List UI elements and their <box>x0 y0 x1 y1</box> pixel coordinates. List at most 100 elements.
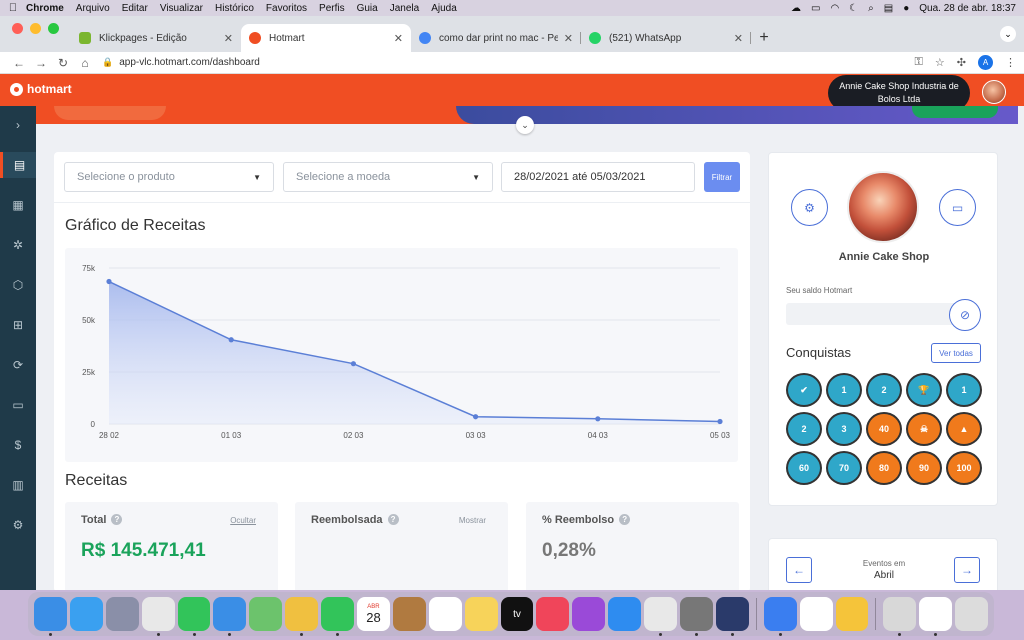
currency-select[interactable]: Selecione a moeda ▼ <box>283 162 493 192</box>
tab-search-icon[interactable]: ⌄ <box>1000 26 1016 42</box>
menu-visualizar[interactable]: Visualizar <box>160 3 203 14</box>
help-icon[interactable]: ? <box>387 514 399 525</box>
filter-button[interactable]: Filtrar <box>704 162 740 192</box>
achievement-badge-8[interactable]: 40 <box>866 412 902 446</box>
home-icon[interactable]: ⌂ <box>74 56 96 70</box>
menu-chrome[interactable]: Chrome <box>26 3 64 14</box>
achievement-badge-2[interactable]: 1 <box>826 373 862 407</box>
menu-editar[interactable]: Editar <box>122 3 148 14</box>
next-month-button[interactable]: → <box>954 557 980 583</box>
sidebar-item-reports[interactable]: ▥ <box>0 472 36 498</box>
hide-toggle[interactable]: Ocultar <box>230 516 256 525</box>
messages-icon[interactable] <box>177 597 211 636</box>
menu-favoritos[interactable]: Favoritos <box>266 3 307 14</box>
menu-ajuda[interactable]: Ajuda <box>431 3 457 14</box>
sidebar-item-products[interactable]: ⬡ <box>0 272 36 298</box>
weather-icon[interactable] <box>835 597 869 631</box>
eye-off-icon[interactable]: ⊘ <box>949 299 981 331</box>
tab-hotmart[interactable]: Hotmart ✕ <box>241 24 411 52</box>
achievement-badge-15[interactable]: 100 <box>946 451 982 485</box>
chat-icon[interactable]: ▭ <box>939 189 976 226</box>
user-icon[interactable]: ● <box>903 3 909 14</box>
trash-icon[interactable] <box>955 597 989 631</box>
achievement-badge-11[interactable]: 60 <box>786 451 822 485</box>
forward-icon[interactable]: → <box>30 56 52 70</box>
minimize-window-button[interactable] <box>30 22 41 34</box>
facetime-icon[interactable] <box>321 597 355 636</box>
safari-icon[interactable] <box>69 597 103 631</box>
battery-icon[interactable]: ▭ <box>811 3 820 14</box>
tab-google-search[interactable]: como dar print no mac - Pesqui ✕ <box>411 24 581 52</box>
menu-janela[interactable]: Janela <box>390 3 419 14</box>
achievement-badge-7[interactable]: 3 <box>826 412 862 446</box>
calendar-icon[interactable]: ABR 28 <box>357 597 390 631</box>
reminders-icon[interactable] <box>428 597 462 631</box>
product-select[interactable]: Selecione o produto ▼ <box>64 162 274 192</box>
system-preferences-icon[interactable] <box>680 597 713 636</box>
more-menu-icon[interactable]: ⋮ <box>1005 56 1016 69</box>
sidebar-item-dashboard[interactable]: ▤ <box>0 152 36 178</box>
sheet-icon[interactable] <box>919 597 953 636</box>
quicktime-icon[interactable] <box>715 597 749 636</box>
profile-avatar[interactable]: A <box>978 55 993 70</box>
preview-icon[interactable] <box>883 597 917 636</box>
sidebar-item-finance[interactable]: $ <box>0 432 36 458</box>
user-settings-icon[interactable]: ⚙ <box>791 189 828 226</box>
help-icon[interactable]: ? <box>111 514 123 525</box>
achievement-badge-4[interactable]: 🏆 <box>906 373 942 407</box>
control-center-icon[interactable]: ▤ <box>884 3 893 14</box>
menu-historico[interactable]: Histórico <box>215 3 254 14</box>
reload-icon[interactable]: ↻ <box>52 56 74 70</box>
back-icon[interactable]: ← <box>8 56 30 70</box>
menu-perfis[interactable]: Perfis <box>319 3 345 14</box>
close-tab-icon[interactable]: ✕ <box>394 32 403 45</box>
sidebar-item-settings[interactable]: ⚙ <box>0 512 36 538</box>
close-tab-icon[interactable]: ✕ <box>564 32 573 45</box>
apple-icon[interactable]:  <box>0 2 26 14</box>
show-toggle[interactable]: Mostrar <box>459 516 486 525</box>
tv-icon[interactable]: tv <box>500 597 534 631</box>
document-icon[interactable] <box>799 597 833 631</box>
achievement-badge-3[interactable]: 2 <box>866 373 902 407</box>
notes-icon[interactable] <box>464 597 498 631</box>
chrome-icon[interactable] <box>141 597 175 636</box>
launchpad-icon[interactable] <box>105 597 139 631</box>
cloud-icon[interactable]: ☁ <box>791 3 801 14</box>
close-window-button[interactable] <box>12 22 23 34</box>
spotlight-icon[interactable]: ⌕ <box>868 3 874 14</box>
podcasts-icon[interactable] <box>572 597 606 631</box>
achievement-badge-12[interactable]: 70 <box>826 451 862 485</box>
close-tab-icon[interactable]: ✕ <box>224 32 233 45</box>
extensions-icon[interactable]: ✣ <box>957 56 966 69</box>
maps-icon[interactable] <box>249 597 283 631</box>
address-bar[interactable]: 🔒 app-vlc.hotmart.com/dashboard <box>102 54 915 72</box>
key-icon[interactable]: ⚿ <box>915 56 923 69</box>
lock-icon[interactable]: 🔒 <box>102 57 113 68</box>
tab-whatsapp[interactable]: (521) WhatsApp ✕ <box>581 24 751 52</box>
chevron-down-icon[interactable]: ⌄ <box>516 116 534 134</box>
sidebar-item-messages[interactable]: ▭ <box>0 392 36 418</box>
app-store-icon[interactable] <box>608 597 642 631</box>
textedit-icon[interactable] <box>644 597 678 636</box>
wifi-icon[interactable]: ◠ <box>830 3 839 14</box>
messenger-icon[interactable] <box>763 597 797 636</box>
tab-klickpages[interactable]: Klickpages - Edição ✕ <box>71 24 241 52</box>
hotmart-logo[interactable]: hotmart <box>10 82 72 96</box>
achievement-badge-5[interactable]: 1 <box>946 373 982 407</box>
sidebar-expand-icon[interactable]: › <box>0 112 36 138</box>
achievement-badge-9[interactable]: ☠ <box>906 412 942 446</box>
achievement-badge-1[interactable]: ✔ <box>786 373 822 407</box>
achievement-badge-10[interactable]: ▲ <box>946 412 982 446</box>
mail-icon[interactable] <box>213 597 247 636</box>
clock[interactable]: Qua. 28 de abr. 18:37 <box>919 3 1016 14</box>
sidebar-item-cart[interactable]: ⊞ <box>0 312 36 338</box>
star-icon[interactable]: ☆ <box>935 56 945 69</box>
close-tab-icon[interactable]: ✕ <box>734 32 743 45</box>
new-tab-button[interactable]: + <box>751 24 777 52</box>
sidebar-item-sync[interactable]: ⟳ <box>0 352 36 378</box>
photos-icon[interactable] <box>285 597 319 636</box>
notes-brown-icon[interactable] <box>392 597 426 631</box>
achievement-badge-14[interactable]: 90 <box>906 451 942 485</box>
user-avatar[interactable] <box>982 80 1006 104</box>
sidebar-item-tools[interactable]: ✲ <box>0 232 36 258</box>
